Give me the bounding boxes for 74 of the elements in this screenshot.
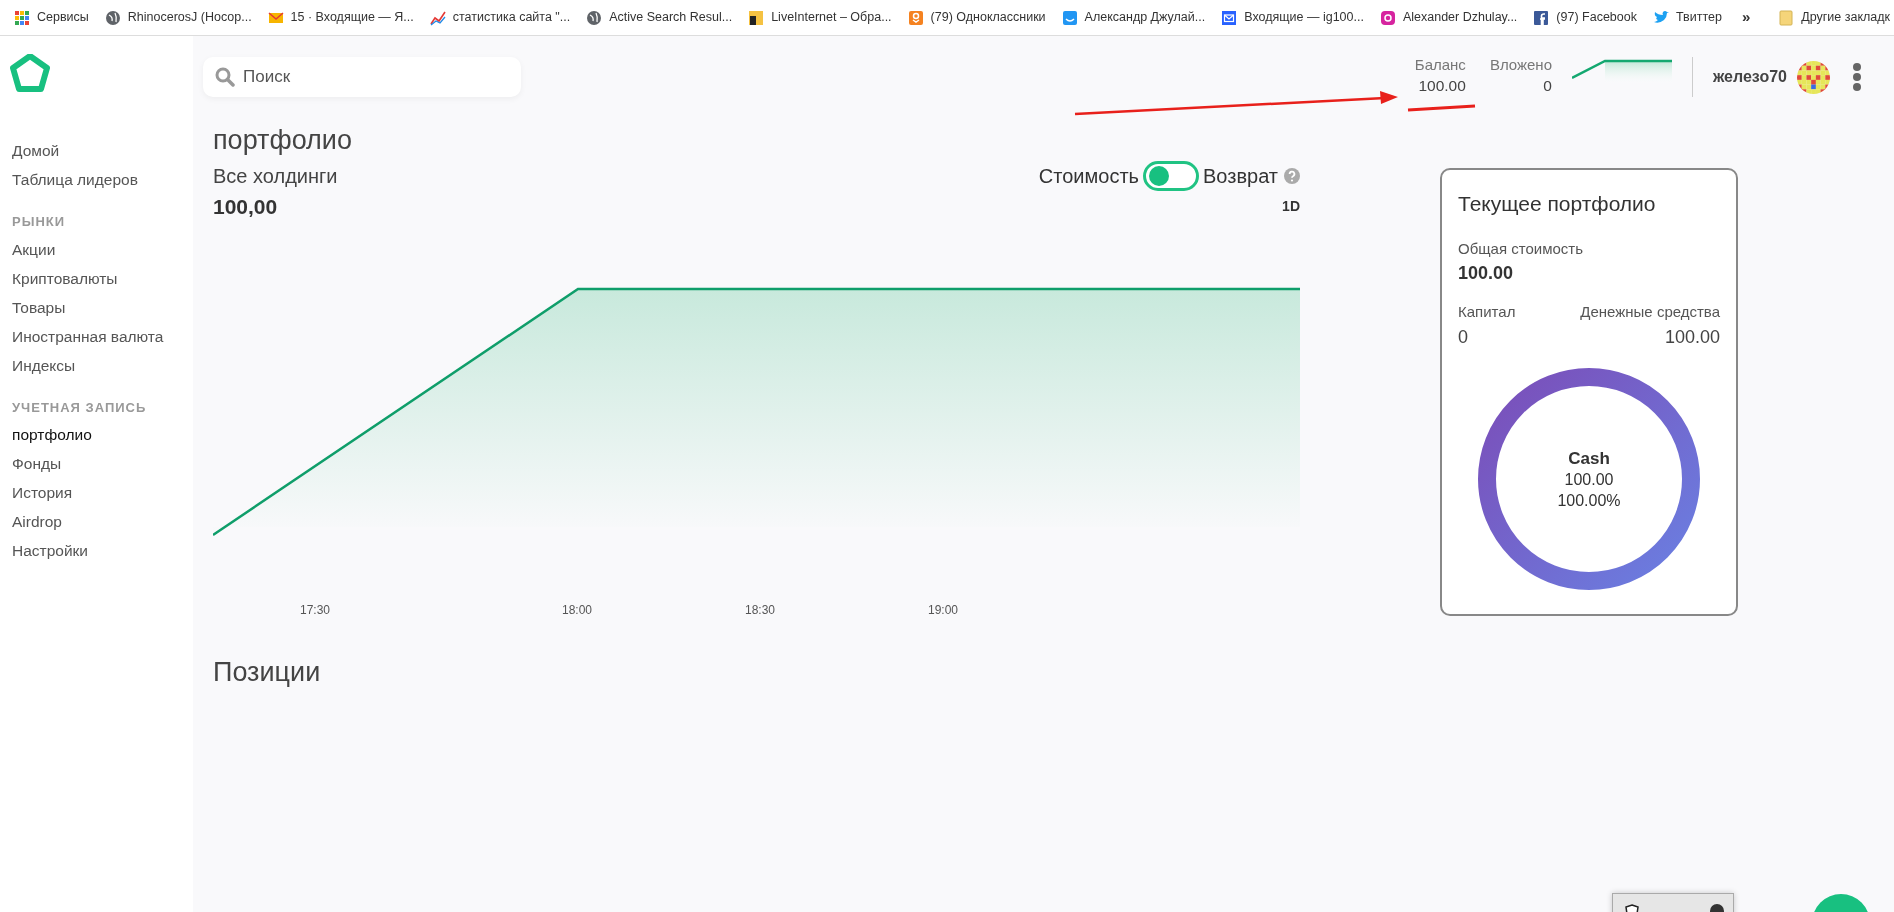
- stat-label: Баланс: [1414, 56, 1466, 75]
- donut-label: Cash: [1567, 447, 1611, 468]
- globe-icon: [586, 9, 603, 26]
- sidebar-item[interactable]: Акции: [12, 234, 181, 264]
- bookmark-link[interactable]: LiveInternet – Обра...: [742, 5, 898, 30]
- sidebar-item[interactable]: Airdrop: [12, 507, 181, 536]
- envelope-icon: [1221, 9, 1238, 26]
- username[interactable]: железо70: [1713, 65, 1787, 89]
- logo-icon[interactable]: [10, 54, 50, 94]
- total-label: Общая стоимость: [1458, 238, 1584, 259]
- bookmarks-overflow-button[interactable]: »: [1735, 3, 1757, 32]
- sidebar-item[interactable]: портфолио: [12, 420, 181, 449]
- stat-value: 100.00: [1418, 76, 1466, 97]
- section-heading: РЫНКИ: [12, 213, 67, 231]
- bookmark-link[interactable]: 15 · Входящие — Я...: [261, 5, 420, 30]
- sidebar-item[interactable]: История: [12, 478, 181, 507]
- bookmark-link[interactable]: Alexander Dzhulay...: [1373, 5, 1524, 30]
- cash-label: Денежные средства: [1580, 302, 1720, 322]
- donut-value: 100.00: [1563, 469, 1615, 489]
- bookmark-link[interactable]: (79) Одноклассники: [901, 5, 1052, 30]
- annotation-underline: [1407, 104, 1476, 112]
- range-button[interactable]: 1D: [1282, 195, 1300, 217]
- toggle-label: Возврат: [1203, 163, 1278, 189]
- bookmark-logo-icon: [748, 9, 765, 26]
- sidebar-item[interactable]: Настройки: [12, 536, 181, 565]
- sidebar-item[interactable]: Индексы: [12, 350, 181, 380]
- bookmark-link[interactable]: Твиттер: [1646, 5, 1728, 30]
- more-menu-icon[interactable]: [1852, 63, 1862, 91]
- x-axis-label: 17:30: [300, 603, 330, 617]
- bookmark-link[interactable]: Другие закладк: [1772, 5, 1894, 30]
- cash-value: 100.00: [1664, 325, 1720, 349]
- bookmark-link[interactable]: Входящие — ig100...: [1215, 5, 1370, 30]
- bookmark-link[interactable]: RhinocerosJ (Носор...: [98, 5, 258, 30]
- facebook-icon: [1533, 9, 1550, 26]
- x-axis-label: 18:30: [745, 603, 775, 617]
- bookmark-link[interactable]: Active Search Resul...: [580, 5, 739, 30]
- folder-icon: [1778, 9, 1795, 26]
- stat-label: Вложено: [1489, 56, 1552, 75]
- apps-grid-icon: [14, 9, 30, 26]
- value-return-switch[interactable]: [1143, 160, 1199, 191]
- help-icon[interactable]: [1284, 167, 1300, 184]
- sidebar-item[interactable]: Фонды: [12, 449, 181, 478]
- bookmark-link[interactable]: Александр Джулай...: [1055, 5, 1212, 30]
- line-chart-icon: [429, 9, 446, 26]
- avatar-icon[interactable]: [1797, 60, 1830, 94]
- holdings-value: 100,00: [213, 193, 278, 220]
- sidebar-item[interactable]: Товары: [12, 292, 181, 322]
- total-value: 100.00: [1458, 262, 1515, 285]
- sidebar-item[interactable]: Иностранная валюта: [12, 321, 181, 351]
- card-title: Текущее портфолио: [1458, 191, 1657, 217]
- sidebar-item[interactable]: Криптовалюты: [12, 263, 181, 293]
- sidebar-item[interactable]: Домой: [12, 136, 181, 165]
- bird-icon: [1652, 9, 1669, 26]
- x-axis-label: 18:00: [562, 603, 592, 617]
- person-logo-icon: [907, 9, 924, 26]
- holdings-label: Все холдинги: [213, 163, 338, 189]
- page-title: портфолио: [213, 124, 353, 157]
- bookmark-link[interactable]: (97) Facebook: [1527, 5, 1643, 30]
- smile-icon: [1061, 9, 1078, 26]
- envelope-icon: [267, 9, 284, 26]
- capital-label: Капитал: [1458, 302, 1516, 322]
- section-title: Позиции: [213, 656, 322, 689]
- toggle-label: Стоимость: [1038, 163, 1139, 189]
- globe-icon: [104, 9, 121, 26]
- camera-logo-icon: [1379, 9, 1396, 26]
- stat-value: 0: [1543, 76, 1552, 97]
- donut-percent: 100.00%: [1557, 490, 1621, 510]
- x-axis-label: 19:00: [928, 603, 958, 617]
- bookmark-link[interactable]: Сервисы: [8, 5, 95, 30]
- section-heading: УЧЕТНАЯ ЗАПИСЬ: [12, 398, 148, 417]
- bookmark-link[interactable]: статистика сайта "...: [423, 5, 577, 30]
- search-field[interactable]: Поиск: [203, 57, 521, 97]
- sidebar-item[interactable]: Таблица лидеров: [12, 165, 181, 194]
- capital-value: 0: [1458, 325, 1468, 349]
